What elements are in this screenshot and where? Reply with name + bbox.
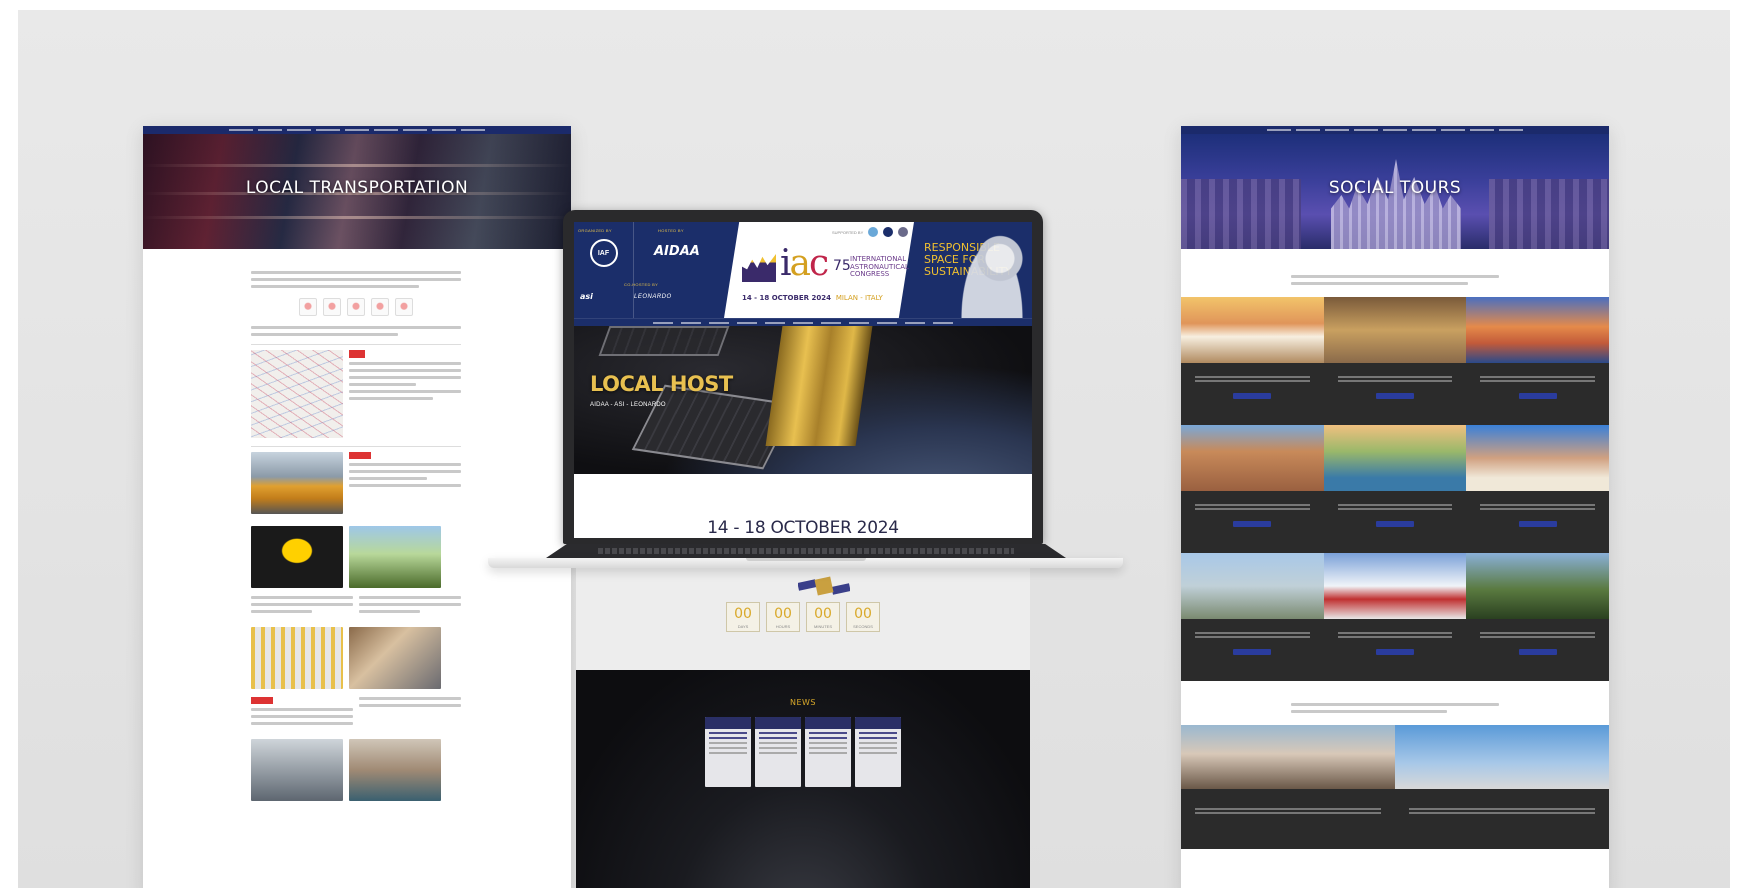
aidaa-logo[interactable]: AIDAA <box>654 244 700 259</box>
tour-book-button[interactable] <box>1518 649 1557 655</box>
tour-book-button[interactable] <box>1518 521 1557 527</box>
tour-card <box>1323 297 1467 425</box>
tour-card <box>1466 297 1609 425</box>
transportation-content <box>143 249 571 801</box>
iaf-logo[interactable]: IAF <box>589 239 618 267</box>
news-card[interactable] <box>705 717 751 787</box>
hero-title: LOCAL TRANSPORTATION <box>245 178 469 198</box>
tour-book-button[interactable] <box>1518 393 1557 399</box>
countdown-minutes: 00 MINUTES <box>806 602 840 632</box>
keyboard <box>546 544 1066 558</box>
countdown-hours: 00 HOURS <box>766 602 800 632</box>
main-nav[interactable] <box>574 318 1032 326</box>
local-transportation-page: LOCAL TRANSPORTATION <box>143 126 571 888</box>
social-tours-page: SOCIAL TOURS <box>1181 126 1609 888</box>
tram-image <box>251 452 343 514</box>
bike-tour-image <box>1395 725 1609 789</box>
tour-book-button[interactable] <box>1233 393 1272 399</box>
tour-card <box>1323 425 1467 553</box>
congress-name: INTERNATIONAL ASTRONAUTICAL CONGRESS <box>850 255 909 278</box>
shared-mobility-image <box>349 526 441 588</box>
tram-icon <box>347 298 365 316</box>
bike-tours-grid <box>1181 725 1609 849</box>
laptop-base <box>488 542 1123 578</box>
satellite-image <box>765 326 873 446</box>
tour-book-button[interactable] <box>1375 521 1414 527</box>
iac-website: ORGANIZED BY IAF HOSTED BY AIDAA CO-HOST… <box>574 222 1032 538</box>
car-pooling-image <box>349 627 441 689</box>
hero-title: SOCIAL TOURS <box>1328 178 1462 198</box>
leonardo-logo[interactable]: LEONARDO <box>634 294 672 300</box>
news-section: NEWS <box>576 670 1030 888</box>
tour-book-button[interactable] <box>1375 393 1414 399</box>
transportation-hero: LOCAL TRANSPORTATION <box>143 134 571 249</box>
countdown-seconds: 00 SECONDS <box>846 602 880 632</box>
news-card[interactable] <box>805 717 851 787</box>
countdown-days: 00 DAYS <box>726 602 760 632</box>
mockup-stage: LOCAL TRANSPORTATION SOCIAL TOURS 00 DAY… <box>18 10 1730 888</box>
supporter-logos[interactable] <box>868 227 908 237</box>
news-card[interactable] <box>855 717 901 787</box>
site-header: ORGANIZED BY IAF HOSTED BY AIDAA CO-HOST… <box>574 222 1032 318</box>
asi-logo[interactable]: asi <box>580 292 593 301</box>
metro-map-image <box>251 350 343 438</box>
hero-subtitle: AIDAA - ASI - LEONARDO <box>590 402 666 408</box>
iac-logo[interactable]: iac <box>780 246 829 282</box>
bike-icon <box>371 298 389 316</box>
congress-dates: 14 - 18 OCTOBER 2024 MILAN - ITALY <box>742 294 883 302</box>
tour-card <box>1181 297 1324 425</box>
bus-icon <box>323 298 341 316</box>
taxi-icon <box>395 298 413 316</box>
car-sharing-image <box>251 739 343 801</box>
news-heading: NEWS <box>789 698 817 707</box>
tour-card <box>1466 553 1609 681</box>
news-card[interactable] <box>755 717 801 787</box>
bike-tour-image <box>1181 725 1395 789</box>
laptop-screen: ORGANIZED BY IAF HOSTED BY AIDAA CO-HOST… <box>563 210 1043 544</box>
tour-card <box>1323 553 1467 681</box>
trackpad-notch <box>746 558 866 561</box>
tour-book-button[interactable] <box>1233 521 1272 527</box>
metro-icon <box>299 298 317 316</box>
top-nav-strip[interactable] <box>143 126 571 134</box>
tour-book-button[interactable] <box>1375 649 1414 655</box>
tour-card <box>1181 553 1324 681</box>
countdown-timer: 00 DAYS 00 HOURS 00 MINUTES 00 SECONDS <box>576 602 1030 632</box>
taxi-image <box>251 526 343 588</box>
social-tours-hero: SOCIAL TOURS <box>1181 134 1609 249</box>
astronaut-image <box>952 222 1032 318</box>
local-host-hero: LOCAL HOST AIDAA - ASI - LEONARDO <box>574 326 1032 474</box>
tour-book-button[interactable] <box>1233 649 1272 655</box>
top-nav-strip[interactable] <box>1181 126 1609 134</box>
tour-card <box>1466 425 1609 553</box>
homepage-lower-section: 00 DAYS 00 HOURS 00 MINUTES 00 SECONDS N… <box>576 558 1030 888</box>
bike-sharing-image <box>251 627 343 689</box>
tour-card <box>1181 425 1324 553</box>
transport-icons <box>251 298 461 316</box>
scooter-sharing-image <box>349 739 441 801</box>
hero-title: LOCAL HOST <box>590 372 733 396</box>
tours-grid <box>1181 297 1609 681</box>
event-date: 14 - 18 OCTOBER 2024 <box>707 518 899 538</box>
